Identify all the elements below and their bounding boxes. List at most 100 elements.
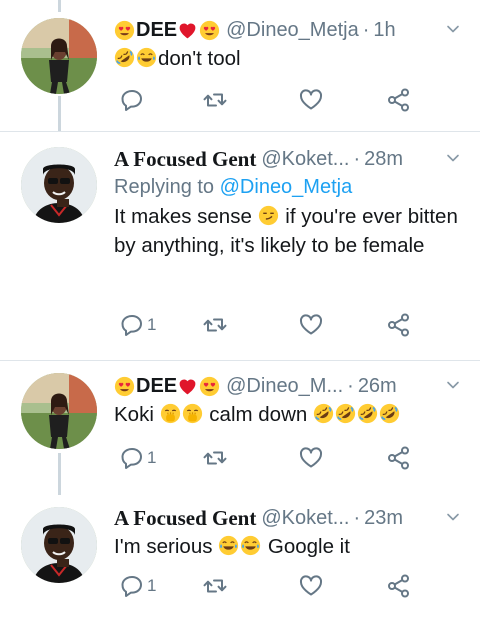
- thread-line: [58, 96, 61, 131]
- reply-icon: [119, 445, 145, 471]
- like-button[interactable]: [298, 445, 324, 471]
- reply-count: 1: [147, 448, 157, 467]
- share-icon: [386, 87, 412, 113]
- retweet-icon: [202, 87, 228, 113]
- rofl-emoji: [313, 403, 334, 424]
- share-button[interactable]: [386, 445, 412, 471]
- reply-button[interactable]: 1: [119, 312, 156, 338]
- chevron-down-icon[interactable]: [446, 22, 460, 36]
- avatar[interactable]: [21, 373, 97, 449]
- heart-eyes-emoji: [114, 20, 135, 41]
- heart-icon: [298, 87, 324, 113]
- rofl-emoji: [357, 403, 378, 424]
- retweet-icon: [202, 573, 228, 599]
- retweet-icon: [202, 312, 228, 338]
- user-handle[interactable]: @Dineo_Metja: [226, 19, 359, 42]
- heart-eyes-emoji: [114, 376, 135, 397]
- user-handle[interactable]: @Koket...: [261, 507, 349, 530]
- rofl-emoji: [114, 47, 135, 68]
- reply-button[interactable]: [119, 87, 147, 113]
- heart-eyes-emoji: [199, 20, 220, 41]
- timestamp[interactable]: 23m: [364, 507, 403, 530]
- retweet-button[interactable]: [202, 573, 228, 599]
- tweet-text-part: Koki: [114, 403, 154, 426]
- separator-dot: ·: [362, 18, 370, 41]
- chevron-down-icon[interactable]: [446, 378, 460, 392]
- tweet-header: A Focused Gent @Koket... · 28m: [114, 145, 466, 173]
- share-icon: [386, 445, 412, 471]
- separator-dot: ·: [353, 506, 361, 529]
- display-name[interactable]: DEE: [136, 19, 177, 42]
- share-button[interactable]: [386, 87, 412, 113]
- tweet-header: A Focused Gent @Koket... · 23m: [114, 504, 466, 532]
- reply-icon: [119, 312, 145, 338]
- tears-of-joy-emoji: [136, 47, 157, 68]
- like-button[interactable]: [298, 573, 324, 599]
- reply-count: 1: [147, 576, 157, 595]
- avatar[interactable]: [21, 507, 97, 583]
- man-avatar-image: [21, 507, 97, 583]
- share-button[interactable]: [386, 573, 412, 599]
- tweet-header: DEE @Dineo_Metja · 1h: [114, 16, 466, 44]
- chevron-down-icon[interactable]: [446, 151, 460, 165]
- like-button[interactable]: [298, 87, 324, 113]
- share-button[interactable]: [386, 312, 412, 338]
- tweet-2[interactable]: A Focused Gent @Koket... · 28m Replying …: [0, 132, 480, 360]
- tweet-header: DEE @Dineo_M... · 26m: [114, 372, 466, 400]
- tweet-text: don't tool: [114, 44, 466, 73]
- red-heart-emoji: [177, 20, 198, 41]
- reply-button[interactable]: 1: [119, 445, 156, 471]
- tweet-3[interactable]: DEE @Dineo_M... · 26m Koki calm down 1: [0, 361, 480, 495]
- retweet-button[interactable]: [202, 312, 228, 338]
- timestamp[interactable]: 1h: [373, 19, 395, 42]
- retweet-button[interactable]: [202, 87, 228, 113]
- rofl-emoji: [379, 403, 400, 424]
- tears-of-joy-emoji: [218, 535, 239, 556]
- tears-of-joy-emoji: [240, 535, 261, 556]
- tweet-actions: 1: [114, 312, 414, 338]
- heart-icon: [298, 573, 324, 599]
- retweet-button[interactable]: [202, 445, 228, 471]
- replying-to: Replying to @Dineo_Metja: [114, 173, 466, 202]
- replying-to-label: Replying to: [114, 176, 215, 198]
- tweet-text-content: don't tool: [158, 47, 241, 70]
- smirk-emoji: [258, 205, 279, 226]
- hand-over-mouth-emoji: [160, 403, 181, 424]
- display-name[interactable]: A Focused Gent: [114, 506, 256, 531]
- reply-button[interactable]: 1: [119, 573, 156, 599]
- hand-over-mouth-emoji: [182, 403, 203, 424]
- woman-avatar-image: [21, 18, 97, 94]
- tweet-1[interactable]: DEE @Dineo_Metja · 1h don't tool: [0, 0, 480, 131]
- tweet-text: Koki calm down: [114, 400, 466, 429]
- like-button[interactable]: [298, 312, 324, 338]
- display-name[interactable]: A Focused Gent: [114, 147, 256, 172]
- avatar[interactable]: [21, 147, 97, 223]
- reply-count: 1: [147, 315, 157, 334]
- reply-icon: [119, 573, 145, 599]
- heart-icon: [298, 312, 324, 338]
- chevron-down-icon[interactable]: [446, 510, 460, 524]
- separator-dot: ·: [347, 374, 354, 397]
- tweet-text-part: calm down: [209, 403, 308, 426]
- share-icon: [386, 573, 412, 599]
- tweet-text-part: It makes sense: [114, 205, 252, 228]
- mention-link[interactable]: @Dineo_Metja: [220, 176, 353, 198]
- display-name[interactable]: DEE: [136, 375, 177, 398]
- tweet-4[interactable]: A Focused Gent @Koket... · 23m I'm serio…: [0, 495, 480, 625]
- thread-line: [58, 453, 61, 495]
- man-avatar-image: [21, 147, 97, 223]
- tweet-text: It makes sense if you're ever bitten by …: [114, 202, 466, 260]
- timestamp[interactable]: 26m: [358, 375, 397, 398]
- separator-dot: ·: [353, 147, 361, 170]
- timestamp[interactable]: 28m: [364, 148, 403, 171]
- user-handle[interactable]: @Dineo_M...: [226, 375, 343, 398]
- user-handle[interactable]: @Koket...: [261, 148, 349, 171]
- woman-avatar-image: [21, 373, 97, 449]
- tweet-actions: [114, 87, 414, 113]
- tweet-actions: 1: [114, 573, 414, 599]
- avatar[interactable]: [21, 18, 97, 94]
- tweet-text: I'm serious Google it: [114, 532, 466, 561]
- retweet-icon: [202, 445, 228, 471]
- tweet-actions: 1: [114, 445, 414, 471]
- heart-eyes-emoji: [199, 376, 220, 397]
